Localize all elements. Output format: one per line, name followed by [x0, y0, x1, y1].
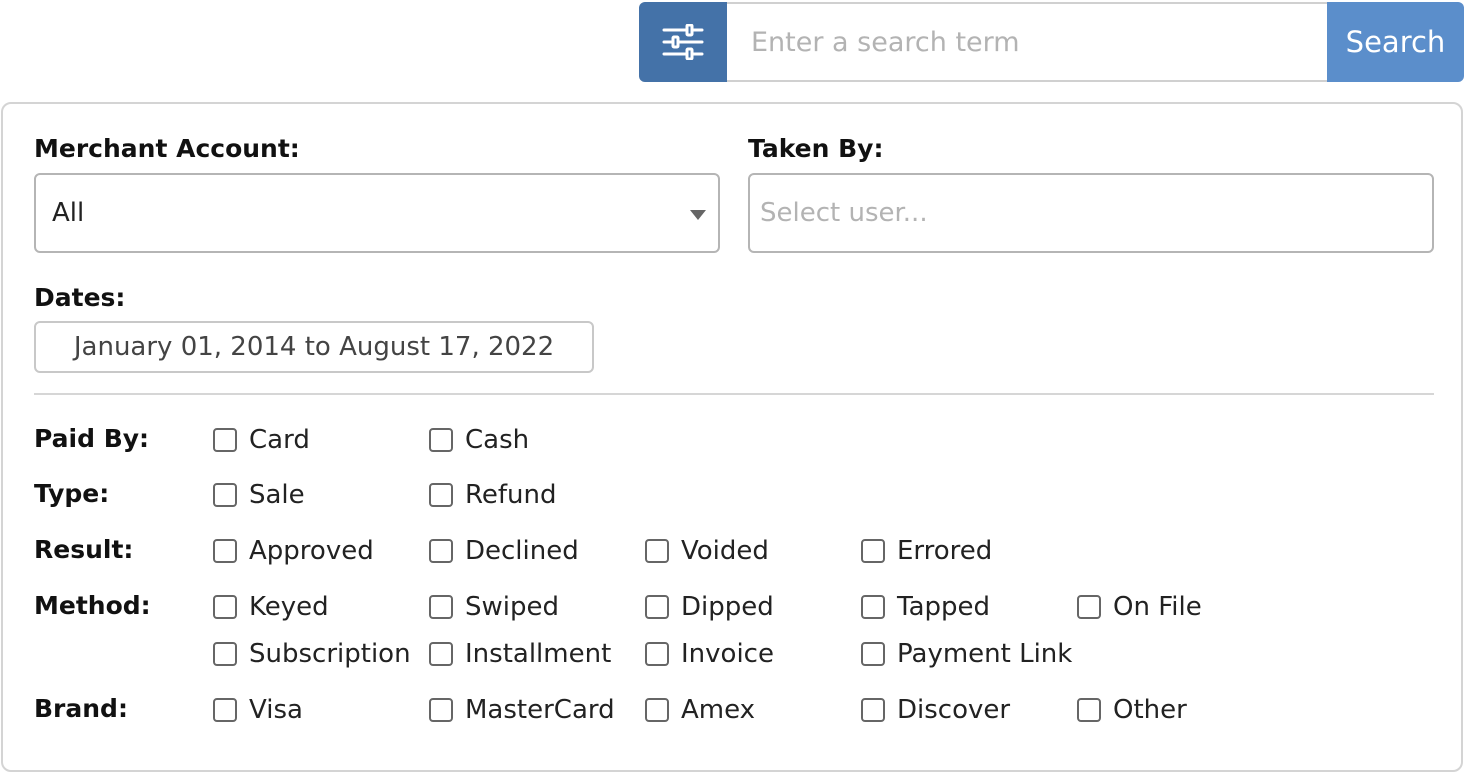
- brand-discover-checkbox[interactable]: Discover: [861, 695, 1010, 725]
- checkbox[interactable]: [861, 539, 885, 563]
- checkbox-label: Discover: [897, 695, 1011, 725]
- checkbox[interactable]: [645, 642, 669, 666]
- divider: [34, 393, 1434, 395]
- checkbox[interactable]: [213, 642, 237, 666]
- caret-down-icon: [690, 210, 706, 220]
- checkbox-label: Card: [249, 425, 310, 455]
- type-sale-checkbox[interactable]: Sale: [213, 480, 305, 510]
- result-declined-checkbox[interactable]: Declined: [429, 536, 579, 566]
- paid-by-label: Paid By:: [34, 424, 150, 453]
- checkbox[interactable]: [645, 539, 669, 563]
- method-swiped-checkbox[interactable]: Swiped: [429, 592, 559, 622]
- merchant-account-label: Merchant Account:: [34, 134, 300, 163]
- method-tapped-checkbox[interactable]: Tapped: [861, 592, 990, 622]
- filter-panel: Merchant Account: All Taken By: Dates: J…: [1, 102, 1463, 772]
- checkbox[interactable]: [429, 428, 453, 452]
- checkbox[interactable]: [861, 642, 885, 666]
- method-label: Method:: [34, 591, 151, 620]
- checkbox[interactable]: [213, 698, 237, 722]
- method-dipped-checkbox[interactable]: Dipped: [645, 592, 774, 622]
- checkbox[interactable]: [1077, 698, 1101, 722]
- brand-amex-checkbox[interactable]: Amex: [645, 695, 755, 725]
- checkbox[interactable]: [213, 595, 237, 619]
- checkbox-label: Refund: [465, 480, 557, 510]
- result-errored-checkbox[interactable]: Errored: [861, 536, 992, 566]
- checkbox[interactable]: [429, 539, 453, 563]
- checkbox[interactable]: [429, 595, 453, 619]
- method-invoice-checkbox[interactable]: Invoice: [645, 639, 774, 669]
- checkbox[interactable]: [213, 428, 237, 452]
- search-button[interactable]: Search: [1327, 2, 1464, 82]
- checkbox[interactable]: [645, 698, 669, 722]
- checkbox-label: Swiped: [465, 592, 559, 622]
- checkbox[interactable]: [861, 595, 885, 619]
- checkbox[interactable]: [429, 698, 453, 722]
- taken-by-label: Taken By:: [748, 134, 884, 163]
- checkbox-label: Amex: [681, 695, 756, 725]
- checkbox-label: Invoice: [681, 639, 774, 669]
- checkbox-label: Declined: [465, 536, 579, 566]
- checkbox-label: Payment Link: [897, 639, 1073, 669]
- checkbox-label: Subscription: [249, 639, 411, 669]
- checkbox-label: On File: [1113, 592, 1202, 622]
- date-range-picker[interactable]: January 01, 2014 to August 17, 2022: [34, 321, 594, 373]
- brand-visa-checkbox[interactable]: Visa: [213, 695, 303, 725]
- checkbox[interactable]: [429, 483, 453, 507]
- method-keyed-checkbox[interactable]: Keyed: [213, 592, 329, 622]
- brand-other-checkbox[interactable]: Other: [1077, 695, 1187, 725]
- checkbox[interactable]: [1077, 595, 1101, 619]
- method-subscription-checkbox[interactable]: Subscription: [213, 639, 411, 669]
- type-refund-checkbox[interactable]: Refund: [429, 480, 557, 510]
- result-label: Result:: [34, 535, 134, 564]
- checkbox-label: Cash: [465, 425, 530, 455]
- checkbox[interactable]: [861, 698, 885, 722]
- brand-mastercard-checkbox[interactable]: MasterCard: [429, 695, 615, 725]
- paid-by-cash-checkbox[interactable]: Cash: [429, 425, 529, 455]
- taken-by-input[interactable]: [748, 173, 1434, 253]
- checkbox-label: Approved: [249, 536, 374, 566]
- checkbox-label: Sale: [249, 480, 305, 510]
- checkbox-label: Dipped: [681, 592, 774, 622]
- dates-label: Dates:: [34, 283, 126, 312]
- result-voided-checkbox[interactable]: Voided: [645, 536, 769, 566]
- checkbox-label: Other: [1113, 695, 1187, 725]
- method-on-file-checkbox[interactable]: On File: [1077, 592, 1202, 622]
- checkbox-label: Tapped: [897, 592, 991, 622]
- checkbox-label: Visa: [249, 695, 303, 725]
- checkbox[interactable]: [213, 483, 237, 507]
- checkbox[interactable]: [213, 539, 237, 563]
- method-installment-checkbox[interactable]: Installment: [429, 639, 611, 669]
- checkbox[interactable]: [429, 642, 453, 666]
- search-bar: Search: [639, 2, 1464, 82]
- result-approved-checkbox[interactable]: Approved: [213, 536, 374, 566]
- checkbox-label: Keyed: [249, 592, 329, 622]
- checkbox-label: Installment: [465, 639, 612, 669]
- checkbox-label: Errored: [897, 536, 993, 566]
- paid-by-card-checkbox[interactable]: Card: [213, 425, 310, 455]
- search-input[interactable]: [727, 2, 1327, 82]
- method-payment-link-checkbox[interactable]: Payment Link: [861, 639, 1072, 669]
- checkbox[interactable]: [645, 595, 669, 619]
- checkbox-label: Voided: [681, 536, 769, 566]
- brand-label: Brand:: [34, 694, 128, 723]
- merchant-account-select[interactable]: All: [34, 173, 720, 253]
- merchant-account-value: All: [52, 198, 85, 228]
- checkbox-label: MasterCard: [465, 695, 615, 725]
- sliders-icon: [662, 24, 704, 60]
- filter-toggle-button[interactable]: [639, 2, 727, 82]
- type-label: Type:: [34, 479, 110, 508]
